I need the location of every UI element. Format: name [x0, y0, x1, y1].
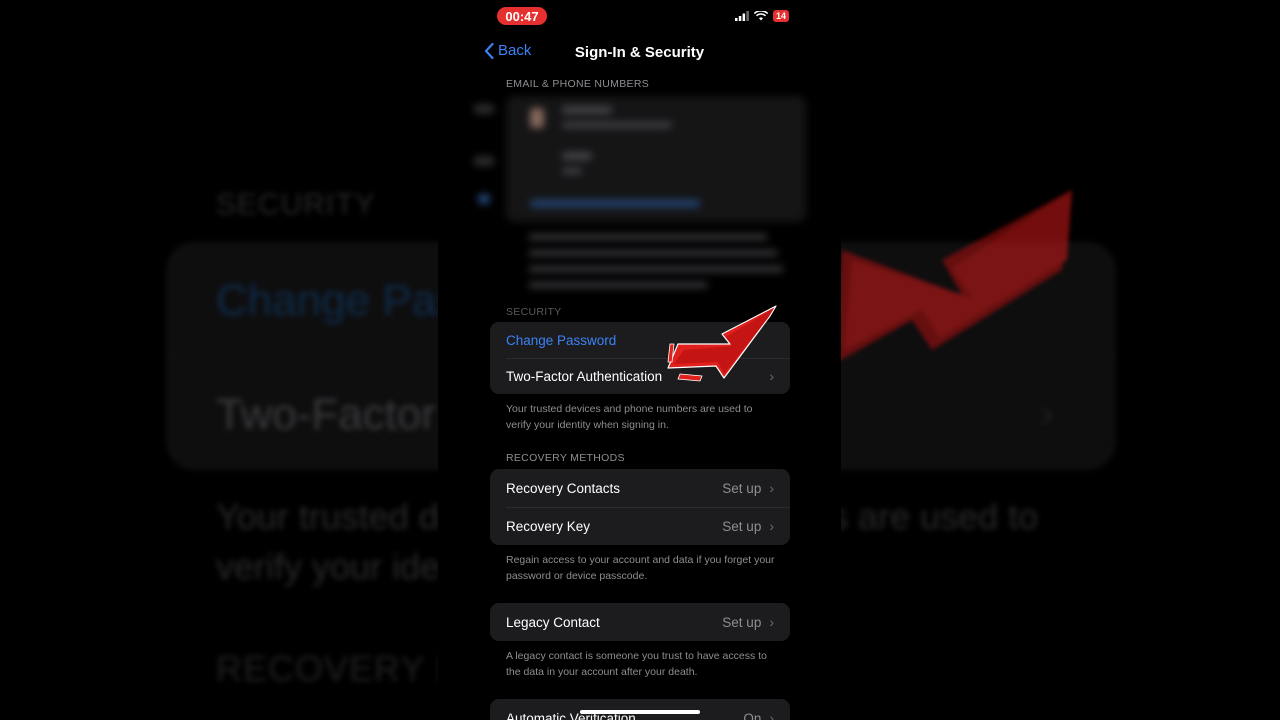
- chevron-right-icon: ›: [769, 480, 774, 496]
- recovery-group: Recovery Contacts Set up › Recovery Key …: [490, 469, 790, 545]
- chevron-right-icon: ›: [769, 710, 774, 720]
- chevron-right-icon: ›: [769, 518, 774, 534]
- battery-icon: 14: [772, 10, 789, 22]
- signal-icon: [734, 11, 749, 21]
- blurred-line: [528, 266, 784, 272]
- status-icons: 14: [734, 10, 789, 22]
- blurred-avatar: [530, 108, 544, 128]
- home-indicator: [580, 710, 700, 714]
- phone-screen: 00:47 14 Back Sign-In & Security EMAIL &…: [438, 0, 841, 720]
- bg-chevron-icon: ›: [1040, 392, 1054, 436]
- bg-trusted-line-2: verify your ide: [216, 546, 441, 587]
- page-title: Sign-In & Security: [574, 44, 705, 61]
- blurred-line: [528, 234, 768, 240]
- recovery-contacts-label: Recovery Contacts: [506, 480, 621, 496]
- email-section-header: EMAIL & PHONE NUMBERS: [506, 78, 650, 90]
- automatic-verification-value: On: [743, 710, 762, 720]
- blurred-email-phone-list: [474, 96, 808, 296]
- legacy-group: Legacy Contact Set up ›: [490, 603, 790, 641]
- recovery-footnote: Regain access to your account and data i…: [506, 554, 775, 582]
- legacy-contact-value: Set up: [722, 614, 762, 630]
- bg-security-header: SECURITY: [216, 188, 376, 221]
- blurred-line: [562, 168, 582, 174]
- status-bar: 00:47 14: [438, 0, 841, 34]
- blurred-line: [474, 156, 494, 166]
- blurred-line: [562, 152, 592, 160]
- blurred-line: [474, 104, 494, 114]
- bg-red-arrow-icon: [832, 190, 1072, 365]
- blurred-link: [530, 200, 700, 207]
- blurred-line: [528, 282, 708, 288]
- recovery-contacts-row[interactable]: Recovery Contacts Set up ›: [490, 469, 790, 507]
- wifi-icon: [753, 11, 768, 21]
- recovery-contacts-value: Set up: [722, 480, 762, 496]
- status-time: 00:47: [497, 7, 547, 25]
- bg-change-password: Change Pas: [216, 276, 459, 325]
- navigation-bar: Back Sign-In & Security: [438, 40, 841, 68]
- recovery-section-header: RECOVERY METHODS: [506, 452, 625, 464]
- legacy-contact-label: Legacy Contact: [506, 614, 600, 630]
- chevron-right-icon: ›: [769, 614, 774, 630]
- bg-trusted-line-1b: s are used to: [830, 496, 1039, 537]
- recovery-key-label: Recovery Key: [506, 518, 591, 534]
- recovery-key-row[interactable]: Recovery Key Set up ›: [490, 507, 790, 545]
- red-arrow-icon: [667, 305, 777, 382]
- recovery-key-value: Set up: [722, 518, 762, 534]
- blurred-line: [528, 250, 778, 256]
- bg-trusted-line-1: Your trusted de: [216, 496, 459, 537]
- blurred-line: [562, 106, 612, 114]
- security-footnote: Your trusted devices and phone numbers a…: [506, 403, 753, 431]
- legacy-contact-row[interactable]: Legacy Contact Set up ›: [490, 603, 790, 641]
- blurred-line: [478, 194, 490, 204]
- bg-two-factor: Two-Factor: [216, 390, 437, 439]
- blurred-line: [562, 122, 672, 128]
- security-section-header: SECURITY: [506, 306, 562, 318]
- legacy-footnote: A legacy contact is someone you trust to…: [506, 650, 767, 678]
